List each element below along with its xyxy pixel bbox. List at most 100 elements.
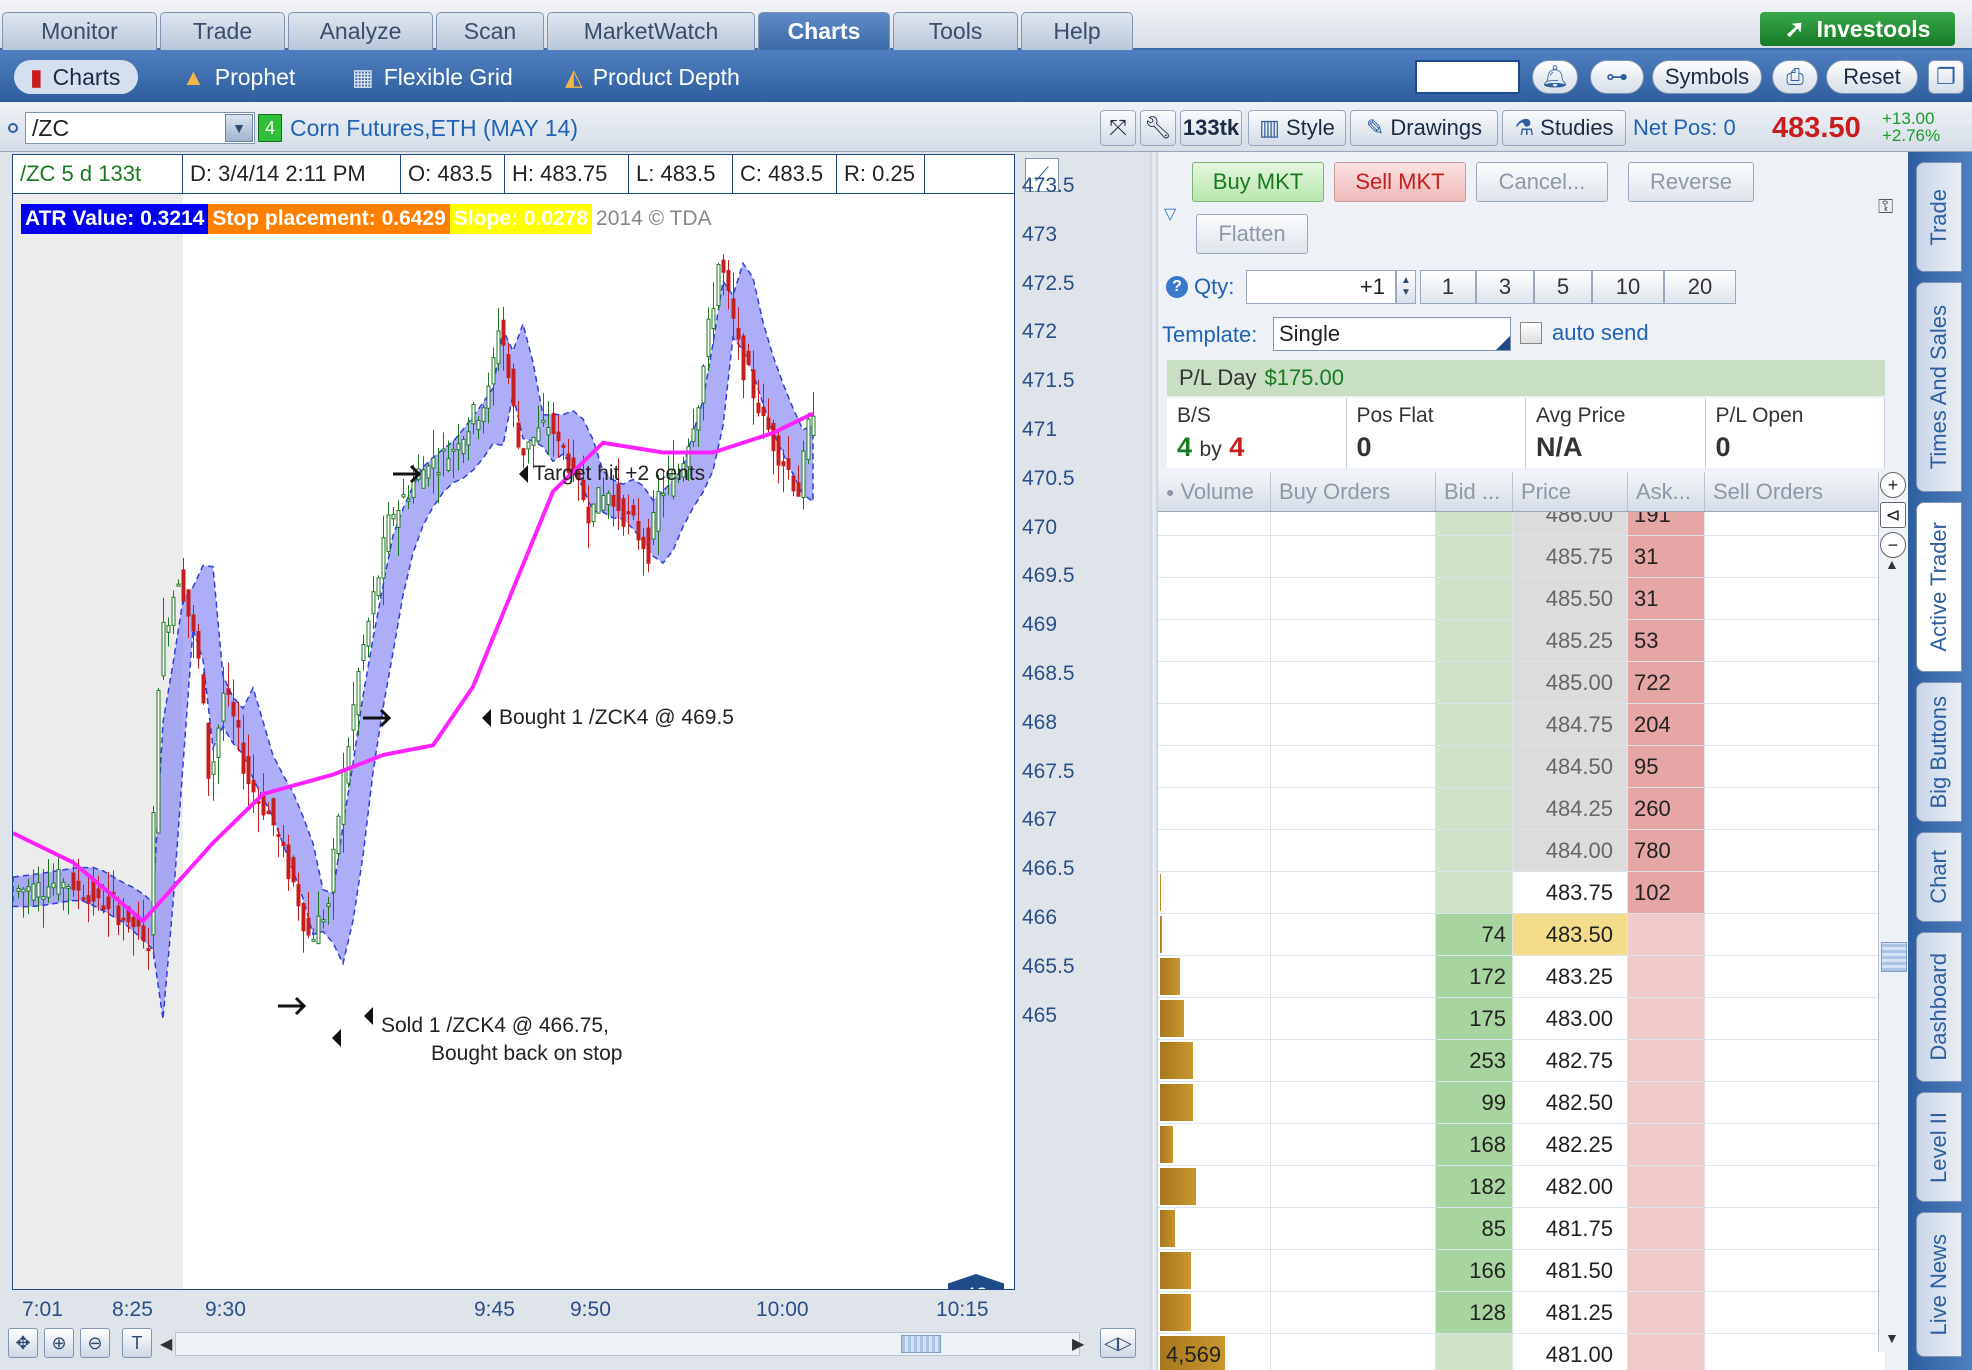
ladder-sell-cell[interactable] [1705, 578, 1886, 619]
ladder-sell-cell[interactable] [1705, 998, 1886, 1039]
ladder-zoom-out-button[interactable]: − [1880, 532, 1906, 558]
collapse-icon[interactable]: ▽ [1164, 204, 1176, 224]
side-tab-trade[interactable]: Trade [1916, 162, 1962, 272]
ladder-sell-cell[interactable] [1705, 536, 1886, 577]
ladder-buy-cell[interactable] [1271, 746, 1436, 787]
subtab-flexible-grid[interactable]: ▦ Flexible Grid [352, 60, 513, 94]
col-volume[interactable]: ● Volume [1158, 472, 1271, 511]
qty-preset-3[interactable]: 3 [1476, 270, 1534, 304]
ladder-bid-cell[interactable]: 166 [1436, 1250, 1513, 1291]
col-bid[interactable]: Bid ... [1436, 472, 1513, 511]
ladder-bid-cell[interactable]: 74 [1436, 914, 1513, 955]
scroll-down-icon[interactable]: ▼ [1885, 1330, 1899, 1346]
ladder-buy-cell[interactable] [1271, 704, 1436, 745]
ladder-bid-cell[interactable] [1436, 746, 1513, 787]
ladder-bid-cell[interactable]: 172 [1436, 956, 1513, 997]
ladder-ask-cell[interactable] [1628, 998, 1705, 1039]
chart-scroll-thumb[interactable] [901, 1335, 941, 1353]
ladder-ask-cell[interactable]: 31 [1628, 536, 1705, 577]
qty-stepper[interactable]: ▲ ▼ [1396, 270, 1416, 304]
ladder-ask-cell[interactable] [1628, 1040, 1705, 1081]
ladder-buy-cell[interactable] [1271, 830, 1436, 871]
tab-trade[interactable]: Trade [160, 12, 285, 50]
qty-input[interactable]: +1 [1246, 270, 1396, 304]
ladder-row[interactable]: 486.00 191 [1158, 512, 1886, 536]
flatten-button[interactable]: Flatten [1196, 214, 1308, 254]
reset-button[interactable]: Reset [1826, 60, 1918, 94]
print-button[interactable]: ⎙ [1772, 60, 1818, 94]
ladder-zoom-in-button[interactable]: + [1880, 472, 1906, 498]
ladder-row[interactable]: 485.75 31 [1158, 536, 1886, 578]
price-chart[interactable]: ATR Value: 0.3214 Stop placement: 0.6429… [12, 194, 1015, 1290]
sell-market-button[interactable]: Sell MKT [1334, 162, 1466, 202]
chart-horizontal-scrollbar[interactable] [175, 1332, 1080, 1356]
subtab-product-depth[interactable]: ◭ Product Depth [565, 60, 740, 94]
side-tab-chart[interactable]: Chart [1916, 832, 1962, 922]
ladder-ask-cell[interactable] [1628, 1124, 1705, 1165]
ladder-row[interactable]: 99 482.50 [1158, 1082, 1886, 1124]
ladder-ask-cell[interactable]: 102 [1628, 872, 1705, 913]
bell-button[interactable]: 🔔︎ [1532, 60, 1578, 94]
ladder-buy-cell[interactable] [1271, 788, 1436, 829]
expand-time-button[interactable]: ◁▷ [1100, 1328, 1136, 1358]
ladder-buy-cell[interactable] [1271, 998, 1436, 1039]
ladder-row[interactable]: 253 482.75 [1158, 1040, 1886, 1082]
ladder-buy-cell[interactable] [1271, 578, 1436, 619]
ladder-ask-cell[interactable]: 260 [1628, 788, 1705, 829]
ladder-buy-cell[interactable] [1271, 1082, 1436, 1123]
ladder-sell-cell[interactable] [1705, 1250, 1886, 1291]
ladder-bid-cell[interactable] [1436, 536, 1513, 577]
tab-marketwatch[interactable]: MarketWatch [547, 12, 755, 50]
ladder-ask-cell[interactable] [1628, 914, 1705, 955]
ladder-bid-cell[interactable] [1436, 512, 1513, 535]
col-sell-orders[interactable]: Sell Orders [1705, 472, 1886, 511]
qty-preset-10[interactable]: 10 [1592, 270, 1664, 304]
ladder-sell-cell[interactable] [1705, 788, 1886, 829]
ladder-sell-cell[interactable] [1705, 1166, 1886, 1207]
ladder-sell-cell[interactable] [1705, 1334, 1886, 1370]
ladder-row[interactable]: 172 483.25 [1158, 956, 1886, 998]
ladder-buy-cell[interactable] [1271, 872, 1436, 913]
ladder-row[interactable]: 484.50 95 [1158, 746, 1886, 788]
ladder-sell-cell[interactable] [1705, 1292, 1886, 1333]
style-button[interactable]: ▥ Style [1248, 110, 1346, 146]
detach-button[interactable]: ❐ [1928, 60, 1964, 94]
ladder-ask-cell[interactable] [1628, 1082, 1705, 1123]
template-select[interactable]: Single [1273, 317, 1511, 351]
investools-button[interactable]: ➚ Investools [1760, 12, 1955, 46]
buy-market-button[interactable]: Buy MKT [1192, 162, 1324, 202]
ladder-sell-cell[interactable] [1705, 704, 1886, 745]
side-tab-times-and-sales[interactable]: Times And Sales [1916, 282, 1962, 492]
aggregation-button[interactable]: 133tk [1180, 110, 1242, 146]
ladder-row[interactable]: 484.75 204 [1158, 704, 1886, 746]
ladder-buy-cell[interactable] [1271, 1166, 1436, 1207]
tab-tools[interactable]: Tools [893, 12, 1018, 50]
ladder-sell-cell[interactable] [1705, 1208, 1886, 1249]
ladder-bid-cell[interactable] [1436, 620, 1513, 661]
link-button[interactable]: ⊶ [1590, 60, 1644, 94]
ladder-bid-cell[interactable]: 168 [1436, 1124, 1513, 1165]
col-buy-orders[interactable]: Buy Orders [1271, 472, 1436, 511]
symbols-button[interactable]: Symbols [1652, 60, 1762, 94]
side-tab-active-trader[interactable]: Active Trader [1916, 502, 1962, 672]
ladder-sell-cell[interactable] [1705, 872, 1886, 913]
ladder-buy-cell[interactable] [1271, 1292, 1436, 1333]
help-icon[interactable]: ? [1166, 276, 1188, 298]
ladder-ask-cell[interactable]: 722 [1628, 662, 1705, 703]
ladder-buy-cell[interactable] [1271, 512, 1436, 535]
tab-charts[interactable]: Charts [758, 12, 890, 50]
ladder-scrollbar[interactable]: ▲ ▼ [1878, 472, 1908, 1352]
ladder-row[interactable]: 485.25 53 [1158, 620, 1886, 662]
symbol-dropdown-button[interactable]: ▼ [225, 114, 253, 142]
side-tab-level-ii[interactable]: Level II [1916, 1092, 1962, 1202]
ladder-buy-cell[interactable] [1271, 1250, 1436, 1291]
ladder-buy-cell[interactable] [1271, 662, 1436, 703]
ladder-sell-cell[interactable] [1705, 746, 1886, 787]
ladder-row[interactable]: 74 483.50 [1158, 914, 1886, 956]
pan-button[interactable]: ✥ [8, 1328, 38, 1358]
ladder-row[interactable]: 166 481.50 [1158, 1250, 1886, 1292]
ladder-center-button[interactable]: ⊲ [1880, 502, 1906, 528]
ladder-buy-cell[interactable] [1271, 620, 1436, 661]
ladder-ask-cell[interactable]: 204 [1628, 704, 1705, 745]
ladder-ask-cell[interactable]: 31 [1628, 578, 1705, 619]
